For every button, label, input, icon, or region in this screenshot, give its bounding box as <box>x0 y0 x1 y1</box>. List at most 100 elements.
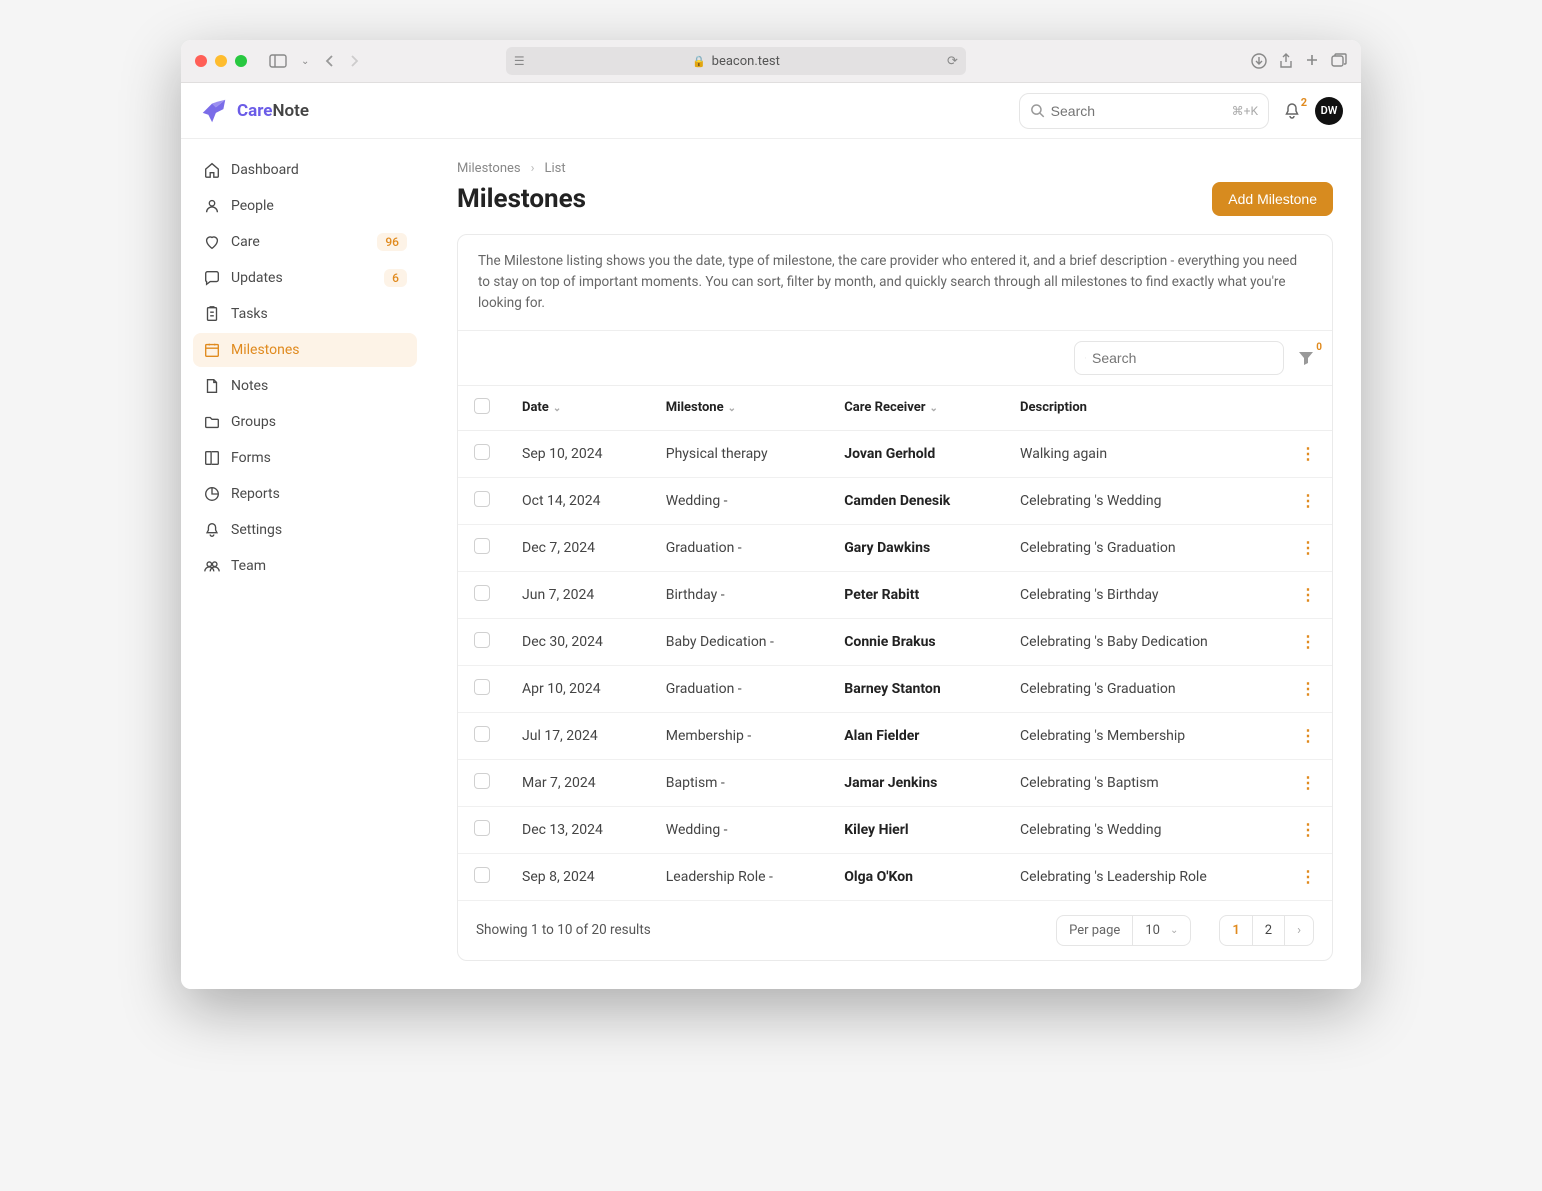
add-milestone-button[interactable]: Add Milestone <box>1212 182 1333 216</box>
sidebar-item-people[interactable]: People <box>193 189 417 223</box>
filter-button[interactable]: 0 <box>1294 346 1318 370</box>
file-icon <box>203 377 221 395</box>
global-search[interactable]: ⌘+K <box>1019 93 1269 129</box>
column-receiver[interactable]: Care Receiver⌄ <box>828 386 1004 431</box>
cell-milestone: Physical therapy <box>650 430 829 477</box>
row-actions-button[interactable]: ⋮ <box>1284 618 1332 665</box>
row-checkbox[interactable] <box>474 444 490 460</box>
cell-receiver: Peter Rabitt <box>828 571 1004 618</box>
cell-receiver: Alan Fielder <box>828 712 1004 759</box>
search-shortcut: ⌘+K <box>1232 104 1258 118</box>
sidebar-item-label: Notes <box>231 378 268 394</box>
cell-date: Apr 10, 2024 <box>506 665 650 712</box>
topbar: CareNote ⌘+K 2 DW <box>181 83 1361 139</box>
download-icon[interactable] <box>1251 53 1267 69</box>
sidebar-item-groups[interactable]: Groups <box>193 405 417 439</box>
sort-icon: ⌄ <box>929 403 937 414</box>
row-actions-button[interactable]: ⋮ <box>1284 477 1332 524</box>
row-checkbox[interactable] <box>474 538 490 554</box>
sidebar-item-tasks[interactable]: Tasks <box>193 297 417 331</box>
row-checkbox[interactable] <box>474 585 490 601</box>
cell-receiver: Barney Stanton <box>828 665 1004 712</box>
sidebar-item-updates[interactable]: Updates 6 <box>193 261 417 295</box>
logo[interactable]: CareNote <box>199 96 309 126</box>
sidebar-item-forms[interactable]: Forms <box>193 441 417 475</box>
row-checkbox[interactable] <box>474 726 490 742</box>
sidebar-item-label: Reports <box>231 486 280 502</box>
browser-chrome: ⌄ ☰ 🔒 beacon.test ⟳ <box>181 40 1361 83</box>
sidebar-item-label: Milestones <box>231 342 300 358</box>
chevron-right-icon: › <box>531 161 535 176</box>
table-footer: Showing 1 to 10 of 20 results Per page 1… <box>458 901 1332 960</box>
window-minimize[interactable] <box>215 55 227 67</box>
select-all-checkbox[interactable] <box>474 398 490 414</box>
per-page-select[interactable]: 10 ⌄ <box>1133 915 1191 946</box>
users-icon <box>203 557 221 575</box>
row-checkbox[interactable] <box>474 491 490 507</box>
sidebar-item-label: Dashboard <box>231 162 299 178</box>
milestones-table: Date⌄ Milestone⌄ Care Receiver⌄ Descript… <box>458 386 1332 901</box>
share-icon[interactable] <box>1279 53 1293 69</box>
row-checkbox[interactable] <box>474 632 490 648</box>
sidebar-item-label: Care <box>231 234 260 250</box>
sidebar-item-milestones[interactable]: Milestones <box>193 333 417 367</box>
url-bar[interactable]: ☰ 🔒 beacon.test ⟳ <box>506 47 966 75</box>
window-close[interactable] <box>195 55 207 67</box>
cell-milestone: Birthday - <box>650 571 829 618</box>
cell-description: Celebrating 's Graduation <box>1004 665 1284 712</box>
sidebar-item-team[interactable]: Team <box>193 549 417 583</box>
notification-count: 2 <box>1301 96 1307 109</box>
tabs-icon[interactable] <box>1331 53 1347 69</box>
table-toolbar: 0 <box>458 331 1332 386</box>
bell-icon <box>1283 102 1301 120</box>
sidebar-item-settings[interactable]: Settings <box>193 513 417 547</box>
table-search-input[interactable] <box>1092 350 1273 366</box>
sidebar-item-reports[interactable]: Reports <box>193 477 417 511</box>
row-actions-button[interactable]: ⋮ <box>1284 524 1332 571</box>
site-settings-icon[interactable]: ☰ <box>514 54 525 68</box>
page-next[interactable]: › <box>1285 916 1313 945</box>
sidebar-item-dashboard[interactable]: Dashboard <box>193 153 417 187</box>
global-search-input[interactable] <box>1051 103 1232 119</box>
column-description: Description <box>1004 386 1284 431</box>
row-checkbox[interactable] <box>474 773 490 789</box>
breadcrumb-parent[interactable]: Milestones <box>457 161 521 176</box>
reload-icon[interactable]: ⟳ <box>947 54 958 69</box>
row-actions-button[interactable]: ⋮ <box>1284 759 1332 806</box>
cell-date: Jul 17, 2024 <box>506 712 650 759</box>
row-actions-button[interactable]: ⋮ <box>1284 430 1332 477</box>
window-maximize[interactable] <box>235 55 247 67</box>
cell-date: Sep 8, 2024 <box>506 853 650 900</box>
row-actions-button[interactable]: ⋮ <box>1284 665 1332 712</box>
page-2[interactable]: 2 <box>1253 916 1285 945</box>
browser-forward[interactable] <box>349 54 359 68</box>
url-text: beacon.test <box>712 54 780 69</box>
book-icon <box>203 449 221 467</box>
column-date[interactable]: Date⌄ <box>506 386 650 431</box>
row-actions-button[interactable]: ⋮ <box>1284 806 1332 853</box>
row-checkbox[interactable] <box>474 679 490 695</box>
sidebar-toggle-icon[interactable] <box>269 54 287 68</box>
cell-date: Jun 7, 2024 <box>506 571 650 618</box>
new-tab-icon[interactable] <box>1305 53 1319 69</box>
filter-count: 0 <box>1316 342 1322 353</box>
browser-back[interactable] <box>325 54 335 68</box>
notifications-button[interactable]: 2 <box>1283 102 1301 120</box>
sidebar-item-label: Settings <box>231 522 282 538</box>
row-actions-button[interactable]: ⋮ <box>1284 571 1332 618</box>
row-checkbox[interactable] <box>474 867 490 883</box>
cell-date: Dec 7, 2024 <box>506 524 650 571</box>
column-milestone[interactable]: Milestone⌄ <box>650 386 829 431</box>
page-1[interactable]: 1 <box>1220 916 1252 945</box>
table-search[interactable] <box>1074 341 1284 375</box>
chevron-down-icon[interactable]: ⌄ <box>301 56 309 67</box>
cell-milestone: Leadership Role - <box>650 853 829 900</box>
row-actions-button[interactable]: ⋮ <box>1284 853 1332 900</box>
row-checkbox[interactable] <box>474 820 490 836</box>
cell-receiver: Jovan Gerhold <box>828 430 1004 477</box>
user-avatar[interactable]: DW <box>1315 97 1343 125</box>
row-actions-button[interactable]: ⋮ <box>1284 712 1332 759</box>
table-row: Dec 30, 2024Baby Dedication -Connie Brak… <box>458 618 1332 665</box>
sidebar-item-care[interactable]: Care 96 <box>193 225 417 259</box>
sidebar-item-notes[interactable]: Notes <box>193 369 417 403</box>
